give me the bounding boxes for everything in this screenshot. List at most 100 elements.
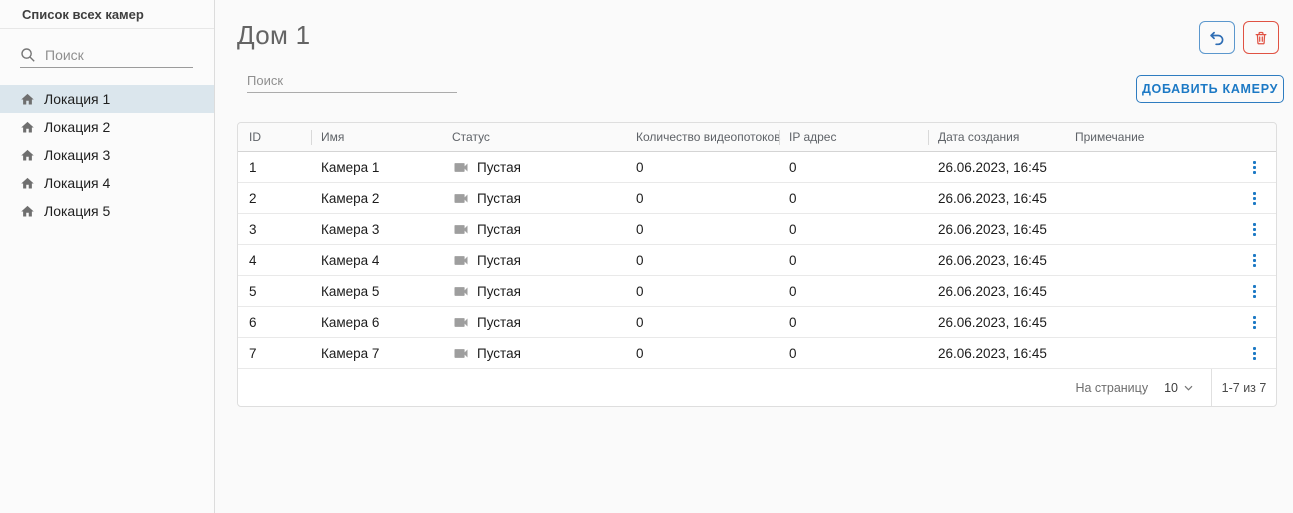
cell-id: 7 bbox=[249, 346, 321, 361]
kebab-menu-icon[interactable] bbox=[1247, 157, 1262, 178]
sidebar-search bbox=[20, 42, 193, 68]
kebab-menu-icon[interactable] bbox=[1247, 219, 1262, 240]
cell-created: 26.06.2023, 16:45 bbox=[938, 253, 1075, 268]
main-content: Дом 1 ДОБАВИТЬ КАМЕРУ ID Имя Статус bbox=[216, 0, 1293, 513]
cell-actions bbox=[1232, 312, 1276, 333]
sidebar: Список всех камер Локация 1 Локация 2 bbox=[0, 0, 215, 513]
sidebar-item-location[interactable]: Локация 4 bbox=[0, 169, 214, 197]
cell-id: 2 bbox=[249, 191, 321, 206]
per-page-value: 10 bbox=[1164, 381, 1178, 395]
search-icon bbox=[20, 47, 36, 63]
cell-status: Пустая bbox=[452, 315, 636, 330]
cell-ip: 0 bbox=[789, 191, 938, 206]
cell-status: Пустая bbox=[452, 191, 636, 206]
cell-status: Пустая bbox=[452, 222, 636, 237]
undo-icon bbox=[1208, 29, 1226, 47]
table-row[interactable]: 4 Камера 4 Пустая 0 0 26.06.2023, 16:45 bbox=[238, 245, 1276, 276]
table-header: ID Имя Статус Количество видеопотоков IP… bbox=[238, 123, 1276, 152]
sidebar-item-label: Локация 4 bbox=[44, 175, 110, 191]
chevron-down-icon bbox=[1184, 385, 1193, 391]
cell-actions bbox=[1232, 219, 1276, 240]
cell-id: 3 bbox=[249, 222, 321, 237]
kebab-menu-icon[interactable] bbox=[1247, 188, 1262, 209]
sidebar-item-label: Локация 2 bbox=[44, 119, 110, 135]
cell-ip: 0 bbox=[789, 222, 938, 237]
undo-button[interactable] bbox=[1199, 21, 1235, 54]
status-text: Пустая bbox=[477, 284, 521, 299]
delete-button[interactable] bbox=[1243, 21, 1279, 54]
videocam-icon bbox=[452, 161, 470, 174]
cell-streams: 0 bbox=[636, 160, 789, 175]
cell-status: Пустая bbox=[452, 253, 636, 268]
page-title: Дом 1 bbox=[237, 20, 310, 51]
column-header-note: Примечание bbox=[1075, 130, 1232, 144]
sidebar-item-location[interactable]: Локация 5 bbox=[0, 197, 214, 225]
cell-status: Пустая bbox=[452, 284, 636, 299]
table-row[interactable]: 1 Камера 1 Пустая 0 0 26.06.2023, 16:45 bbox=[238, 152, 1276, 183]
videocam-icon bbox=[452, 347, 470, 360]
cell-ip: 0 bbox=[789, 253, 938, 268]
per-page-select[interactable]: 10 bbox=[1164, 381, 1193, 395]
cell-created: 26.06.2023, 16:45 bbox=[938, 315, 1075, 330]
cell-ip: 0 bbox=[789, 315, 938, 330]
table-row[interactable]: 7 Камера 7 Пустая 0 0 26.06.2023, 16:45 bbox=[238, 338, 1276, 369]
cell-status: Пустая bbox=[452, 346, 636, 361]
table-row[interactable]: 3 Камера 3 Пустая 0 0 26.06.2023, 16:45 bbox=[238, 214, 1276, 245]
sidebar-item-label: Локация 3 bbox=[44, 147, 110, 163]
pagination-range: 1-7 из 7 bbox=[1212, 381, 1276, 395]
location-list: Локация 1 Локация 2 Локация 3 Локация 4 bbox=[0, 85, 214, 225]
table-row[interactable]: 6 Камера 6 Пустая 0 0 26.06.2023, 16:45 bbox=[238, 307, 1276, 338]
camera-table: ID Имя Статус Количество видеопотоков IP… bbox=[237, 122, 1277, 407]
camera-search bbox=[247, 69, 457, 93]
status-text: Пустая bbox=[477, 160, 521, 175]
table-row[interactable]: 5 Камера 5 Пустая 0 0 26.06.2023, 16:45 bbox=[238, 276, 1276, 307]
sidebar-item-location[interactable]: Локация 1 bbox=[0, 85, 214, 113]
status-text: Пустая bbox=[477, 315, 521, 330]
cell-actions bbox=[1232, 281, 1276, 302]
home-icon bbox=[20, 120, 35, 135]
kebab-menu-icon[interactable] bbox=[1247, 250, 1262, 271]
videocam-icon bbox=[452, 254, 470, 267]
column-header-status: Статус bbox=[452, 130, 636, 144]
cell-actions bbox=[1232, 343, 1276, 364]
home-icon bbox=[20, 148, 35, 163]
home-icon bbox=[20, 92, 35, 107]
videocam-icon bbox=[452, 192, 470, 205]
cell-streams: 0 bbox=[636, 191, 789, 206]
kebab-menu-icon[interactable] bbox=[1247, 312, 1262, 333]
home-icon bbox=[20, 176, 35, 191]
status-text: Пустая bbox=[477, 222, 521, 237]
column-header-name: Имя bbox=[321, 130, 452, 144]
sidebar-item-label: Локация 5 bbox=[44, 203, 110, 219]
add-camera-button[interactable]: ДОБАВИТЬ КАМЕРУ bbox=[1136, 75, 1284, 103]
cell-name: Камера 7 bbox=[321, 346, 452, 361]
sidebar-title: Список всех камер bbox=[0, 0, 214, 29]
videocam-icon bbox=[452, 316, 470, 329]
cell-ip: 0 bbox=[789, 346, 938, 361]
cell-actions bbox=[1232, 157, 1276, 178]
cell-actions bbox=[1232, 250, 1276, 271]
cell-streams: 0 bbox=[636, 346, 789, 361]
trash-icon bbox=[1253, 30, 1269, 46]
cell-ip: 0 bbox=[789, 160, 938, 175]
column-header-streams: Количество видеопотоков bbox=[636, 130, 789, 144]
sidebar-item-location[interactable]: Локация 3 bbox=[0, 141, 214, 169]
column-header-created: Дата создания bbox=[938, 130, 1075, 144]
column-header-ip: IP адрес bbox=[789, 130, 938, 144]
cell-id: 5 bbox=[249, 284, 321, 299]
sidebar-item-location[interactable]: Локация 2 bbox=[0, 113, 214, 141]
sidebar-search-input[interactable] bbox=[45, 47, 193, 63]
cell-created: 26.06.2023, 16:45 bbox=[938, 191, 1075, 206]
cell-name: Камера 1 bbox=[321, 160, 452, 175]
cell-created: 26.06.2023, 16:45 bbox=[938, 222, 1075, 237]
cell-created: 26.06.2023, 16:45 bbox=[938, 346, 1075, 361]
cell-created: 26.06.2023, 16:45 bbox=[938, 284, 1075, 299]
kebab-menu-icon[interactable] bbox=[1247, 281, 1262, 302]
cell-id: 6 bbox=[249, 315, 321, 330]
cell-streams: 0 bbox=[636, 222, 789, 237]
camera-search-input[interactable] bbox=[247, 73, 457, 92]
cell-status: Пустая bbox=[452, 160, 636, 175]
cell-ip: 0 bbox=[789, 284, 938, 299]
kebab-menu-icon[interactable] bbox=[1247, 343, 1262, 364]
table-row[interactable]: 2 Камера 2 Пустая 0 0 26.06.2023, 16:45 bbox=[238, 183, 1276, 214]
